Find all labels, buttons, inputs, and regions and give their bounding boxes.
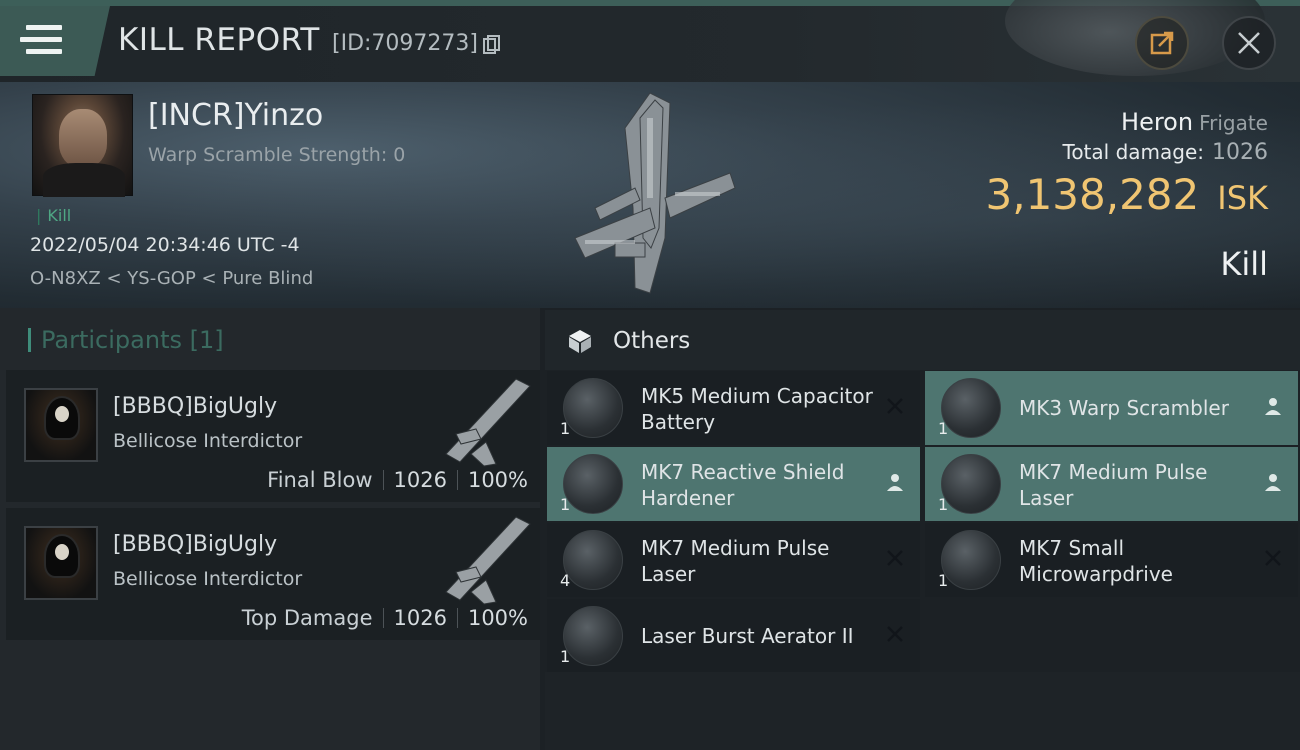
- others-header: Others: [545, 310, 1300, 370]
- item-quantity: 1: [938, 495, 949, 514]
- kill-tag: | Kill: [36, 206, 72, 225]
- cube-icon: [569, 330, 591, 353]
- share-button[interactable]: [1135, 16, 1189, 70]
- close-icon[interactable]: [884, 547, 906, 569]
- participant-ship-image: [445, 516, 531, 605]
- report-id: [ID:7097273]: [332, 31, 478, 56]
- item-quantity: 1: [560, 495, 571, 514]
- participant-row[interactable]: [BBBQ]BigUgly Bellicose Interdictor Fina…: [6, 370, 540, 502]
- others-label: Others: [613, 328, 691, 354]
- item-row[interactable]: 4 MK7 Medium Pulse Laser: [547, 523, 920, 597]
- item-row[interactable]: 1 MK7 Reactive Shield Hardener: [547, 447, 920, 521]
- victim-ship-image[interactable]: [555, 88, 745, 298]
- warp-scrambler-icon: [941, 378, 1001, 438]
- close-icon[interactable]: [884, 623, 906, 645]
- item-row[interactable]: 1 MK3 Warp Scrambler: [925, 371, 1298, 445]
- copy-icon[interactable]: [483, 35, 501, 55]
- participant-ship-image: [445, 378, 531, 467]
- item-quantity: 1: [938, 571, 949, 590]
- participant-name: [BBBQ]BigUgly: [113, 532, 278, 557]
- participant-ship: Bellicose Interdictor: [113, 430, 303, 452]
- participant-stats: Top Damage 1026 100%: [241, 606, 528, 630]
- page-title: KILL REPORT: [118, 22, 320, 58]
- item-name: MK7 Reactive Shield Hardener: [641, 460, 845, 510]
- person-icon[interactable]: [884, 471, 906, 493]
- participant-stats: Final Blow 1026 100%: [267, 468, 528, 492]
- capacitor-battery-icon: [563, 378, 623, 438]
- item-name: Laser Burst Aerator II: [641, 624, 854, 648]
- item-name: MK5 Medium Capacitor Battery: [641, 384, 873, 434]
- pulse-laser-icon: [563, 530, 623, 590]
- item-name: MK3 Warp Scrambler: [1019, 396, 1229, 420]
- isk-value: 3,138,282 ISK: [985, 170, 1269, 219]
- victim-ship-name[interactable]: Heron Frigate: [1121, 108, 1268, 136]
- item-name: MK7 Small Microwarpdrive: [1019, 536, 1173, 586]
- item-row[interactable]: 1 MK5 Medium Capacitor Battery: [547, 371, 920, 445]
- item-quantity: 1: [560, 419, 571, 438]
- participant-name: [BBBQ]BigUgly: [113, 394, 278, 419]
- warp-scramble-strength: Warp Scramble Strength: 0: [148, 144, 406, 166]
- victim-avatar[interactable]: [32, 94, 133, 197]
- menu-button[interactable]: [0, 6, 110, 76]
- close-icon: [1238, 32, 1260, 54]
- item-quantity: 4: [560, 571, 571, 590]
- participant-avatar: [24, 388, 98, 462]
- participant-row[interactable]: [BBBQ]BigUgly Bellicose Interdictor Top …: [6, 508, 540, 640]
- close-icon[interactable]: [884, 395, 906, 417]
- burst-aerator-icon: [563, 606, 623, 666]
- participants-header: Participants [1]: [28, 326, 224, 354]
- kill-report-window: KILL REPORT [ID:7097273] [INCR]Yinzo War…: [0, 0, 1300, 750]
- shield-hardener-icon: [563, 454, 623, 514]
- microwarpdrive-icon: [941, 530, 1001, 590]
- kill-datetime: 2022/05/04 20:34:46 UTC -4: [30, 234, 300, 256]
- item-row[interactable]: 1 Laser Burst Aerator II: [547, 599, 920, 673]
- item-quantity: 1: [560, 647, 571, 666]
- item-name: MK7 Medium Pulse Laser: [641, 536, 830, 586]
- participant-avatar: [24, 526, 98, 600]
- hamburger-icon: [20, 25, 62, 55]
- person-icon[interactable]: [1262, 395, 1284, 417]
- close-icon[interactable]: [1262, 547, 1284, 569]
- share-icon: [1150, 31, 1174, 55]
- person-icon[interactable]: [1262, 471, 1284, 493]
- item-row[interactable]: 1 MK7 Small Microwarpdrive: [925, 523, 1298, 597]
- item-name: MK7 Medium Pulse Laser: [1019, 460, 1208, 510]
- total-damage: Total damage: 1026: [1062, 140, 1269, 165]
- kill-location[interactable]: O-N8XZ < YS-GOP < Pure Blind: [30, 268, 313, 289]
- participant-ship: Bellicose Interdictor: [113, 568, 303, 590]
- others-panel-bottom: [545, 672, 1300, 750]
- close-button[interactable]: [1222, 16, 1276, 70]
- pulse-laser-icon: [941, 454, 1001, 514]
- kill-result: Kill: [1220, 245, 1268, 283]
- item-row[interactable]: 1 MK7 Medium Pulse Laser: [925, 447, 1298, 521]
- item-quantity: 1: [938, 419, 949, 438]
- victim-name[interactable]: [INCR]Yinzo: [148, 98, 323, 133]
